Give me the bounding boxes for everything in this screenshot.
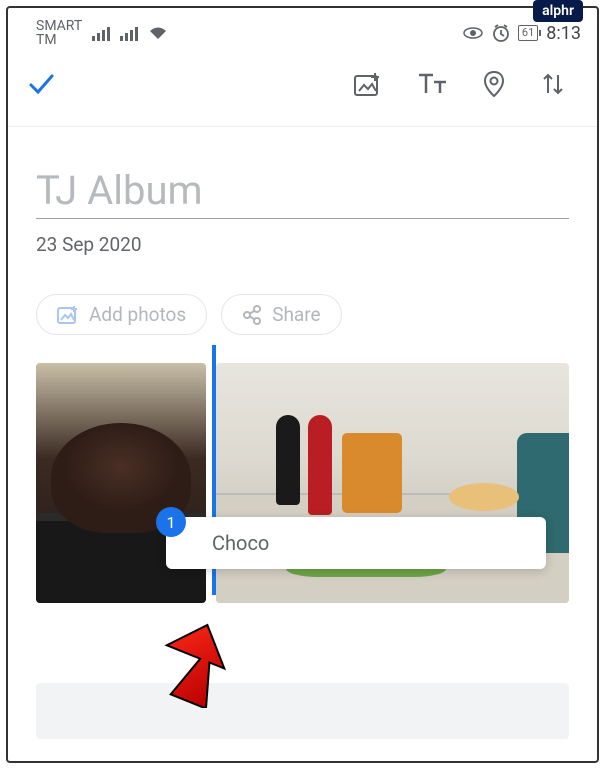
clipboard-count-badge: 1 bbox=[156, 507, 186, 537]
album-header: TJ Album 23 Sep 2020 bbox=[8, 127, 597, 266]
add-image-icon bbox=[353, 71, 381, 97]
bottom-placeholder bbox=[36, 683, 569, 739]
album-date: 23 Sep 2020 bbox=[36, 233, 569, 256]
share-icon bbox=[242, 305, 262, 325]
sort-button[interactable] bbox=[527, 65, 579, 103]
location-icon bbox=[483, 70, 505, 98]
alarm-icon bbox=[492, 24, 510, 42]
wifi-icon bbox=[148, 25, 168, 41]
carrier-label: SMART TM bbox=[36, 19, 82, 47]
share-button[interactable]: Share bbox=[221, 294, 341, 335]
check-icon bbox=[26, 69, 56, 99]
battery-icon: 61 bbox=[518, 25, 538, 41]
signal-icon bbox=[92, 25, 110, 41]
sort-icon bbox=[541, 71, 565, 97]
alphr-watermark: alphr bbox=[533, 0, 583, 22]
share-label: Share bbox=[272, 303, 320, 326]
toolbar bbox=[8, 54, 597, 127]
photo-grid: 1 Choco bbox=[8, 345, 597, 605]
text-icon bbox=[417, 72, 447, 96]
device-frame: SMART TM 61 8:13 bbox=[6, 6, 599, 763]
text-button[interactable] bbox=[403, 66, 461, 102]
add-photos-button[interactable]: Add photos bbox=[36, 294, 207, 335]
add-photos-label: Add photos bbox=[89, 303, 186, 326]
clipboard-label: Choco bbox=[212, 531, 269, 555]
add-image-icon bbox=[57, 305, 79, 325]
clock-label: 8:13 bbox=[546, 23, 581, 44]
carrier-line2: TM bbox=[36, 33, 82, 47]
album-actions: Add photos Share bbox=[8, 266, 597, 345]
eye-icon bbox=[462, 25, 484, 41]
signal-icon-2 bbox=[120, 25, 138, 41]
album-title-input[interactable]: TJ Album bbox=[36, 167, 569, 219]
carrier-line1: SMART bbox=[36, 19, 82, 33]
status-bar: SMART TM 61 8:13 bbox=[8, 8, 597, 54]
clipboard-chip[interactable]: 1 Choco bbox=[166, 517, 546, 569]
location-button[interactable] bbox=[469, 64, 519, 104]
add-photo-button[interactable] bbox=[339, 65, 395, 103]
done-button[interactable] bbox=[26, 69, 56, 99]
